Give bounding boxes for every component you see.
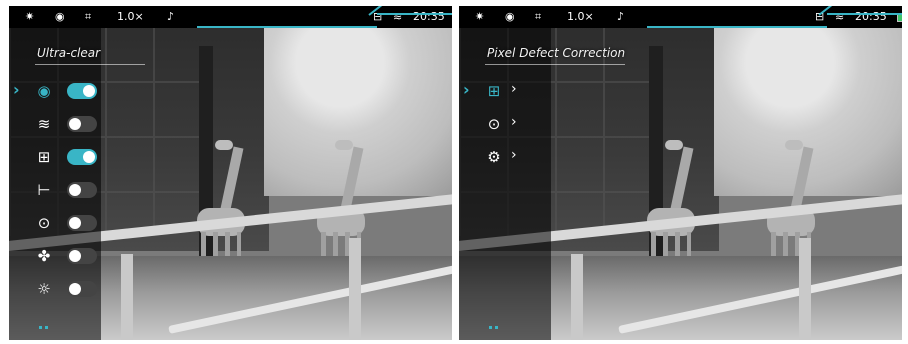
fence-post [571, 254, 583, 340]
submenu-arrow-icon: › [511, 114, 517, 130]
status-accent [647, 26, 827, 28]
fan-icon: ✤ [37, 247, 51, 265]
menu-item-wifi[interactable]: ≋ [9, 111, 169, 137]
thermal-screen-left: ✷ ◉ ⌗ 1.0× ♪ ⊟ ≋ 20:35 Ultra-clear › ◉ ≋… [9, 6, 452, 340]
menu-item-pixel-correction[interactable]: › ⊞ › [459, 78, 619, 104]
submenu-arrow-icon: › [511, 81, 517, 97]
title-underline [35, 64, 145, 65]
wifi-icon: ≋ [37, 115, 51, 133]
menu-title: Ultra-clear [37, 46, 101, 60]
compass-toggle[interactable] [67, 215, 97, 231]
menu-item-brightness[interactable]: ☼ [9, 276, 169, 302]
microphone-icon: ♪ [617, 10, 625, 23]
compass-icon: ⊙ [487, 115, 501, 133]
menu-panel [459, 28, 551, 340]
menu-title: Pixel Defect Correction [487, 46, 626, 60]
eye-icon: ◉ [37, 82, 51, 100]
brightness-icon: ✷ [25, 10, 35, 23]
fence-post [349, 238, 361, 340]
eye-icon: ◉ [505, 10, 515, 23]
pip-toggle[interactable] [67, 149, 97, 165]
selection-chevron-icon: › [13, 80, 20, 99]
status-bar: ✷ ◉ ⌗ 1.0× ♪ ⊟ ≋ 20:35 [459, 6, 902, 28]
microphone-icon: ♪ [167, 10, 175, 23]
rangefinder-icon: ⊢ [37, 181, 51, 199]
menu-item-fan[interactable]: ✤ [9, 243, 169, 269]
status-accent [197, 26, 377, 28]
page-indicator [489, 314, 503, 329]
palette-icon: ⌗ [535, 10, 542, 23]
menu-item-eye[interactable]: › ◉ [9, 78, 169, 104]
menu-item-settings[interactable]: ⚙ › [459, 144, 619, 170]
thermal-screen-right: ✷ ◉ ⌗ 1.0× ♪ ⊟ ≋ 20:35 Pixel Defect Corr… [459, 6, 902, 340]
rangefinder-toggle[interactable] [67, 182, 97, 198]
wifi-toggle[interactable] [67, 116, 97, 132]
status-accent [377, 13, 452, 15]
brightness-icon: ☼ [37, 280, 51, 298]
zoom-level: 1.0× [567, 10, 594, 23]
palette-icon: ⌗ [85, 10, 92, 23]
status-accent [827, 13, 902, 15]
menu-item-rangefinder[interactable]: ⊢ [9, 177, 169, 203]
giraffe [639, 140, 699, 266]
fan-toggle[interactable] [67, 248, 97, 264]
menu-item-compass[interactable]: ⊙ › [459, 111, 619, 137]
submenu-arrow-icon: › [511, 147, 517, 163]
menu-item-pip[interactable]: ⊞ [9, 144, 169, 170]
page-indicator [39, 314, 53, 329]
zoom-level: 1.0× [117, 10, 144, 23]
pip-icon: ⊞ [37, 148, 51, 166]
title-underline [485, 64, 625, 65]
status-bar: ✷ ◉ ⌗ 1.0× ♪ ⊟ ≋ 20:35 [9, 6, 452, 28]
fence-post [799, 238, 811, 340]
pixel-correction-icon: ⊞ [487, 82, 501, 100]
brightness-icon: ✷ [475, 10, 485, 23]
eye-icon: ◉ [55, 10, 65, 23]
giraffe [189, 140, 249, 266]
brightness-toggle[interactable] [67, 281, 97, 297]
compass-icon: ⊙ [37, 214, 51, 232]
selection-chevron-icon: › [463, 80, 470, 99]
menu-item-compass[interactable]: ⊙ [9, 210, 169, 236]
settings-gear-icon: ⚙ [487, 148, 501, 166]
eye-toggle[interactable] [67, 83, 97, 99]
